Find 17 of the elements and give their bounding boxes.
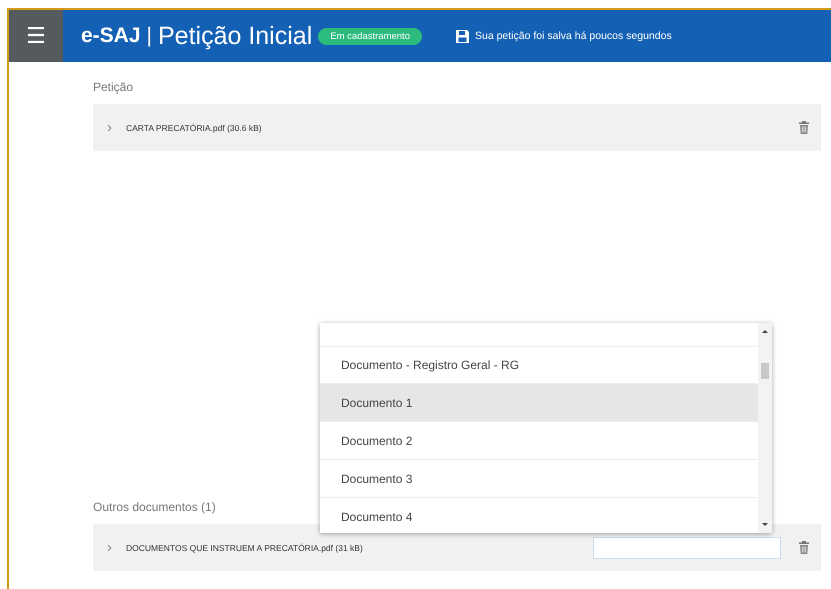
save-icon	[456, 30, 469, 42]
section-label: Petição	[93, 79, 134, 96]
dropdown-option[interactable]: Documento 1	[320, 384, 758, 422]
trash-icon[interactable]	[799, 541, 809, 554]
status-badge: Em cadastramento	[318, 28, 422, 44]
brand-logo: e-SAJ	[81, 24, 141, 48]
menu-button[interactable]: ☰	[9, 10, 63, 62]
page-title: Petição Inicial	[158, 22, 312, 50]
trash-icon[interactable]	[799, 121, 809, 134]
document-type-field[interactable]	[593, 536, 781, 558]
file-name: CARTA PRECATÓRIA.pdf (30.6 kB)	[126, 122, 263, 132]
file-name: DOCUMENTOS QUE INSTRUEM A PRECATÓRIA.pdf (31 kB)	[126, 542, 364, 552]
dropdown-option[interactable]: Documento 2	[320, 422, 758, 460]
dropdown-option[interactable]: Documento 3	[320, 460, 758, 498]
save-status-message: Sua petição foi salva há poucos segundos	[474, 30, 672, 42]
section-label: Outros documentos (1)	[93, 499, 216, 516]
title-separator: |	[146, 24, 152, 48]
